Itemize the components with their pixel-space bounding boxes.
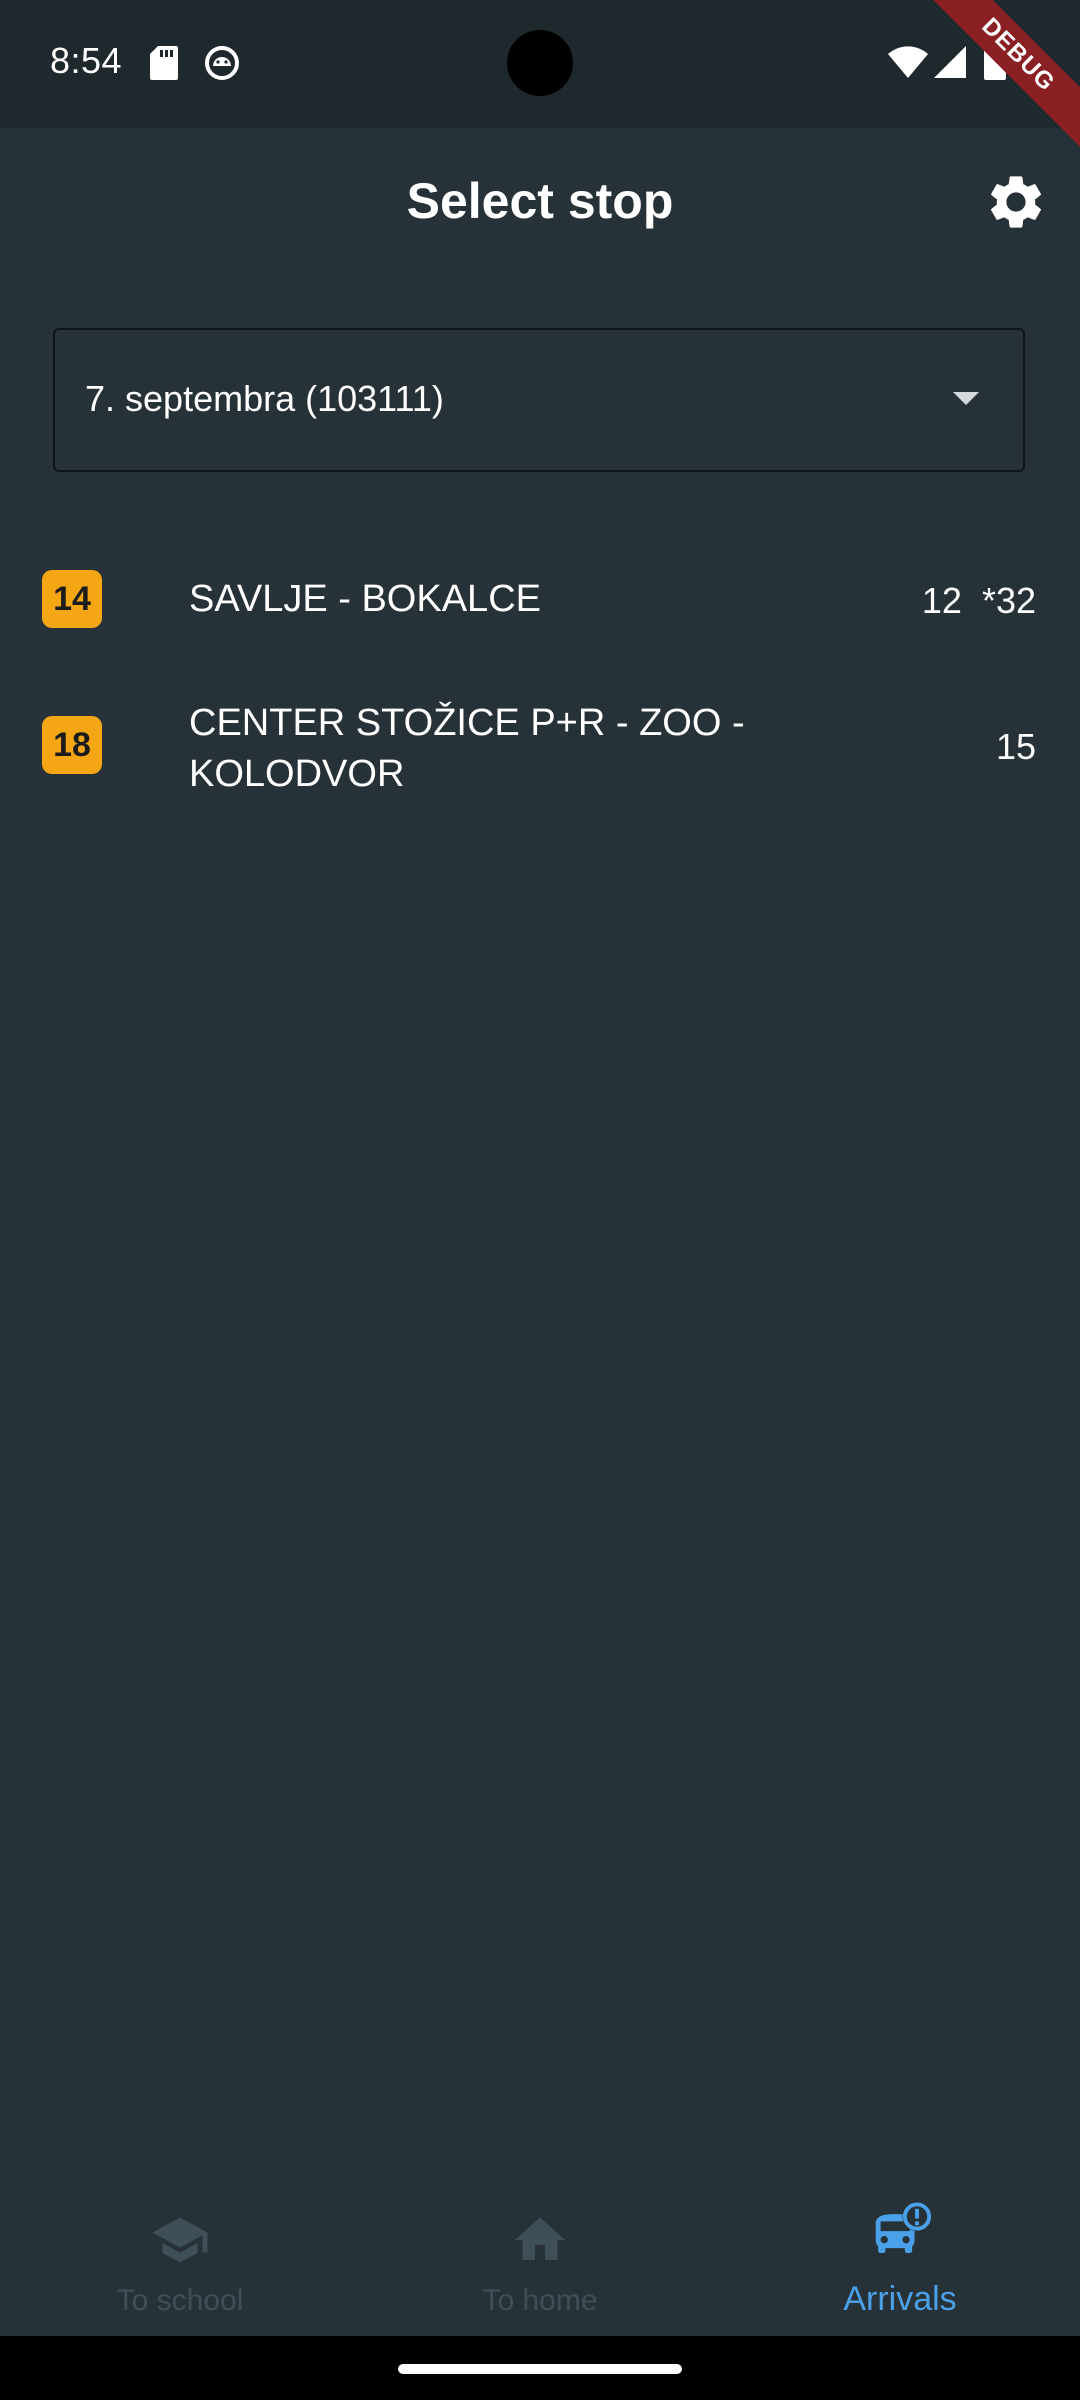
nav-to-home[interactable]: To home bbox=[360, 2180, 720, 2336]
route-number-badge: 18 bbox=[42, 716, 102, 774]
android-debug-icon bbox=[204, 46, 240, 85]
camera-cutout bbox=[507, 30, 573, 96]
route-row[interactable]: 18 CENTER STOŽICE P+R - ZOO - KOLODVOR 1… bbox=[0, 690, 1080, 800]
gear-icon bbox=[991, 176, 1041, 228]
gesture-navigation-area bbox=[0, 2336, 1080, 2400]
bottom-navigation: To school To home Arrivals bbox=[0, 2180, 1080, 2336]
wifi-icon bbox=[888, 46, 928, 83]
settings-button[interactable] bbox=[984, 170, 1048, 234]
home-icon bbox=[515, 2217, 565, 2260]
stop-dropdown-value: 7. septembra (103111) bbox=[85, 378, 444, 419]
app-bar: Select stop bbox=[0, 128, 1080, 276]
route-arrival-times: 12 *32 bbox=[921, 580, 1036, 621]
nav-to-school[interactable]: To school bbox=[0, 2180, 360, 2336]
home-gesture-handle[interactable] bbox=[398, 2364, 682, 2374]
nav-label: To home bbox=[482, 2284, 598, 2317]
status-bar: 8:54 DEBUG bbox=[0, 0, 1080, 162]
route-arrival-times: 15 bbox=[995, 726, 1036, 767]
status-time: 8:54 bbox=[50, 40, 123, 81]
nav-arrivals[interactable]: Arrivals bbox=[720, 2180, 1080, 2336]
route-number-badge: 14 bbox=[42, 570, 102, 628]
page-title: Select stop bbox=[406, 173, 674, 229]
nav-label: Arrivals bbox=[843, 2280, 957, 2318]
graduation-cap-icon bbox=[152, 2217, 208, 2263]
route-name: CENTER STOŽICE P+R - ZOO - KOLODVOR bbox=[189, 702, 745, 795]
cell-signal-icon bbox=[934, 46, 966, 83]
caret-down-icon bbox=[953, 392, 979, 405]
bus-alert-icon bbox=[875, 2202, 932, 2253]
sd-card-icon bbox=[150, 46, 178, 85]
stop-dropdown[interactable]: 7. septembra (103111) bbox=[53, 328, 1025, 472]
nav-label: To school bbox=[116, 2284, 244, 2317]
route-name: SAVLJE - BOKALCE bbox=[189, 578, 541, 620]
route-row[interactable]: 14 SAVLJE - BOKALCE 12 *32 bbox=[0, 560, 1080, 640]
